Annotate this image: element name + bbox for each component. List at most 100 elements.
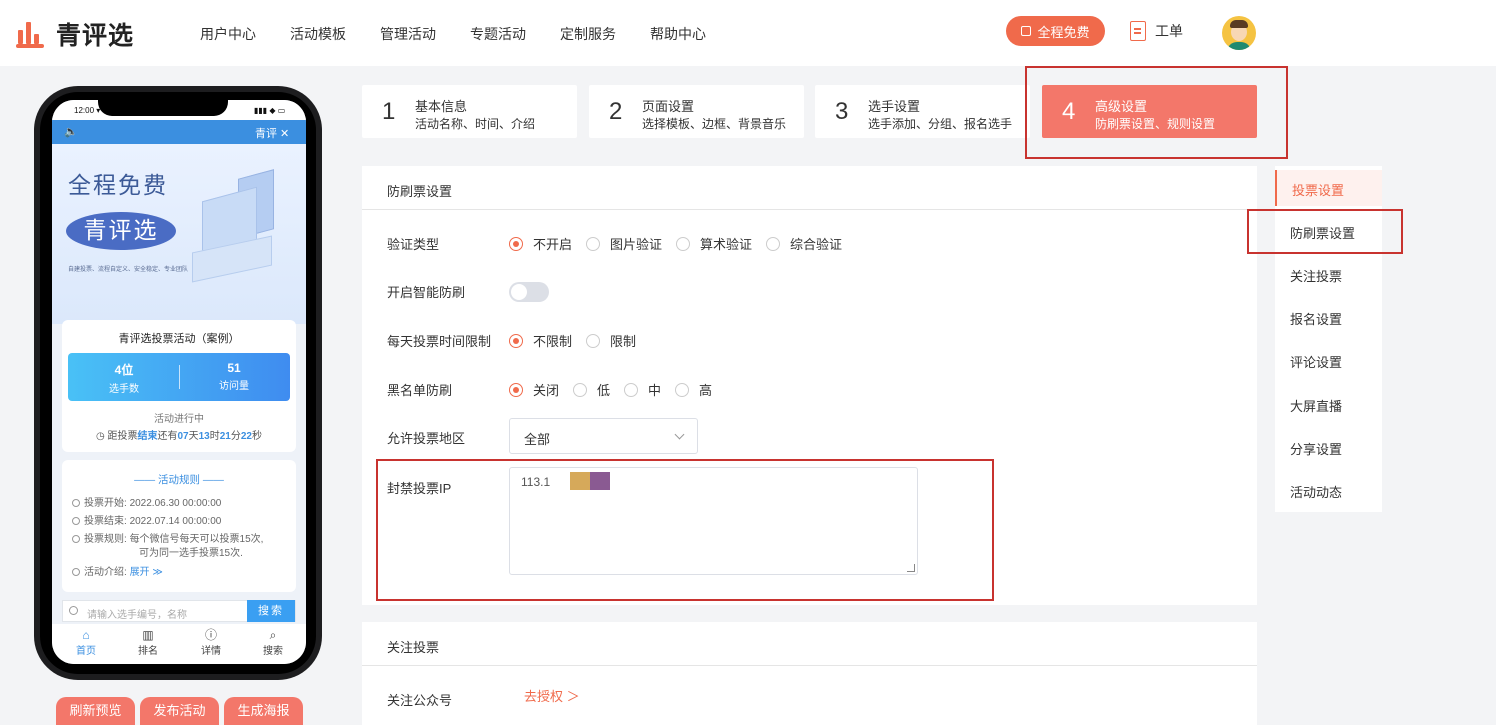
activity-status: 活动进行中 xyxy=(154,414,204,425)
sidebar-item-comment[interactable]: 评论设置 xyxy=(1275,342,1382,378)
check-box-icon xyxy=(1021,26,1032,36)
time-option-limited[interactable]: 限制 xyxy=(586,331,636,350)
authorize-link[interactable]: 去授权 ＞ xyxy=(524,686,580,705)
countdown: ◷ 距投票结束还有07天13时21分22秒 xyxy=(95,431,262,442)
highlight-box xyxy=(376,459,994,601)
blacklist-option-off[interactable]: 关闭 xyxy=(509,380,559,399)
poster-button[interactable]: 生成海报 xyxy=(224,697,303,725)
phone-search-button[interactable]: 搜索 xyxy=(247,600,295,622)
phone-notch xyxy=(98,96,228,116)
blacklist-option-high[interactable]: 高 xyxy=(675,380,712,399)
publish-button[interactable]: 发布活动 xyxy=(140,697,219,725)
nav-custom[interactable]: 定制服务 xyxy=(560,24,616,44)
rules-card: —— 活动规则 —— 投票开始: 2022.06.30 00:00:00 投票结… xyxy=(62,460,296,592)
step-page[interactable]: 2 页面设置 选择模板、边框、背景音乐 xyxy=(589,85,804,138)
verify-option-math[interactable]: 算术验证 xyxy=(676,234,752,253)
activity-card: 青评选投票活动（案例） 4位 选手数 51 访问量 活动进行中 ◷ 距投票结束还… xyxy=(62,320,296,452)
panel-header: 关注投票 xyxy=(362,622,1257,666)
activity-title: 青评选投票活动（案例） xyxy=(118,333,240,345)
step-basic[interactable]: 1 基本信息 活动名称、时间、介绍 xyxy=(362,85,577,138)
highlight-box xyxy=(1247,209,1403,254)
sidebar-item-activity[interactable]: 活动动态 xyxy=(1275,472,1382,508)
verify-option-image[interactable]: 图片验证 xyxy=(586,234,662,253)
stat-visits: 51 访问量 xyxy=(219,361,249,392)
phone-screen: 12:00 ▾ ▮▮▮ ◆ ▭ 🔈 青评 ✕ 全程免费 青评选 自建投票、流程自… xyxy=(52,100,306,664)
free-button[interactable]: 全程免费 xyxy=(1006,16,1105,46)
phone-search[interactable]: 请输入选手编号，名称 搜索 xyxy=(62,600,296,622)
time-radio-group: 不限制 限制 xyxy=(509,331,650,350)
sidebar-item-share[interactable]: 分享设置 xyxy=(1275,429,1382,465)
speaker-icon[interactable]: 🔈 xyxy=(64,125,78,138)
nav-user-center[interactable]: 用户中心 xyxy=(200,24,256,44)
section-title: 防刷票设置 xyxy=(387,184,453,199)
phone-search-input[interactable]: 请输入选手编号，名称 xyxy=(87,606,187,621)
rule-row: 活动介绍: 展开 ≫ xyxy=(72,563,163,578)
blacklist-radio-group: 关闭 低 中 高 xyxy=(509,380,726,399)
highlight-box xyxy=(1025,66,1288,159)
brand-name: 青评选 xyxy=(56,22,135,50)
rule-row: 投票开始: 2022.06.30 00:00:00 xyxy=(72,494,221,509)
home-icon: ⌂ xyxy=(82,628,90,642)
account-label: 关注公众号 xyxy=(387,693,453,708)
info-icon: ⓘ xyxy=(204,628,217,642)
sidebar-item-live[interactable]: 大屏直播 xyxy=(1275,386,1382,422)
stat-players: 4位 选手数 xyxy=(109,363,139,395)
refresh-preview-button[interactable]: 刷新预览 xyxy=(56,697,135,725)
panel-header: 防刷票设置 xyxy=(362,166,1257,210)
banner-title: 全程免费 xyxy=(68,173,168,199)
rule-row: 投票规则: 每个微信号每天可以投票15次, xyxy=(72,530,263,545)
sidebar-item-vote[interactable]: 投票设置 xyxy=(1275,170,1382,206)
banner-tagline: 自建投票、流程自定义、安全稳定、专业团队 xyxy=(68,267,189,273)
smart-label: 开启智能防刷 xyxy=(387,285,466,300)
rule-row-cont: 可为同一选手投票15次. xyxy=(139,548,243,559)
smart-toggle[interactable] xyxy=(509,282,549,302)
time-limit-label: 每天投票时间限制 xyxy=(387,334,492,349)
logo-bars-icon xyxy=(16,20,46,48)
tab-home[interactable]: ⌂ 首页 xyxy=(66,628,106,657)
banner: 全程免费 青评选 自建投票、流程自定义、安全稳定、专业团队 xyxy=(52,144,306,324)
nav-help[interactable]: 帮助中心 xyxy=(650,24,706,44)
blacklist-label: 黑名单防刷 xyxy=(387,383,453,398)
verify-label: 验证类型 xyxy=(387,237,440,252)
verify-option-off[interactable]: 不开启 xyxy=(509,234,572,253)
rules-title: —— 活动规则 —— xyxy=(134,474,224,486)
follow-panel: 关注投票 关注公众号 去授权 ＞ xyxy=(362,622,1257,725)
tab-rank[interactable]: ▥ 排名 xyxy=(128,628,168,657)
chevron-down-icon xyxy=(674,429,685,440)
ticket-link[interactable]: 工单 xyxy=(1130,21,1183,41)
verify-option-combined[interactable]: 综合验证 xyxy=(766,234,842,253)
phone-header: 🔈 青评 ✕ xyxy=(52,120,306,144)
section-title: 关注投票 xyxy=(387,640,440,655)
tab-detail[interactable]: ⓘ 详情 xyxy=(191,628,231,657)
status-time: 12:00 ▾ xyxy=(74,106,101,115)
ticket-label: 工单 xyxy=(1155,23,1183,39)
rule-row: 投票结束: 2022.07.14 00:00:00 xyxy=(72,512,221,527)
logo[interactable]: 青评选 xyxy=(16,16,134,52)
time-option-unlimited[interactable]: 不限制 xyxy=(509,331,572,350)
verify-radio-group: 不开启 图片验证 算术验证 综合验证 xyxy=(509,234,856,253)
signal-icon: ▮▮▮ ◆ ▭ xyxy=(254,106,286,115)
document-icon xyxy=(1130,21,1146,41)
search-icon xyxy=(69,606,78,615)
expand-link[interactable]: 展开 ≫ xyxy=(130,567,163,578)
sidebar-item-follow[interactable]: 关注投票 xyxy=(1275,256,1382,292)
step-players[interactable]: 3 选手设置 选手添加、分组、报名选手 xyxy=(815,85,1030,138)
banner-brand: 青评选 xyxy=(66,212,176,250)
nav-topics[interactable]: 专题活动 xyxy=(470,24,526,44)
clock-icon: ◷ xyxy=(95,431,105,442)
avatar[interactable] xyxy=(1222,16,1256,50)
free-button-label: 全程免费 xyxy=(1037,24,1090,40)
nav-templates[interactable]: 活动模板 xyxy=(290,24,346,44)
region-label: 允许投票地区 xyxy=(387,431,466,446)
tab-search[interactable]: ⌕ 搜索 xyxy=(253,628,293,657)
region-select[interactable]: 全部 xyxy=(509,418,698,454)
top-nav: 青评选 用户中心 活动模板 管理活动 专题活动 定制服务 帮助中心 全程免费 工… xyxy=(0,0,1496,66)
sidebar-item-signup[interactable]: 报名设置 xyxy=(1275,299,1382,335)
rank-icon: ▥ xyxy=(142,628,154,642)
blacklist-option-low[interactable]: 低 xyxy=(573,380,610,399)
nav-manage[interactable]: 管理活动 xyxy=(380,24,436,44)
phone-tabbar: ⌂ 首页 ▥ 排名 ⓘ 详情 ⌕ 搜索 xyxy=(52,624,306,664)
stats-bar: 4位 选手数 51 访问量 xyxy=(68,353,290,401)
phone-close[interactable]: 青评 ✕ xyxy=(255,125,289,141)
blacklist-option-mid[interactable]: 中 xyxy=(624,380,661,399)
